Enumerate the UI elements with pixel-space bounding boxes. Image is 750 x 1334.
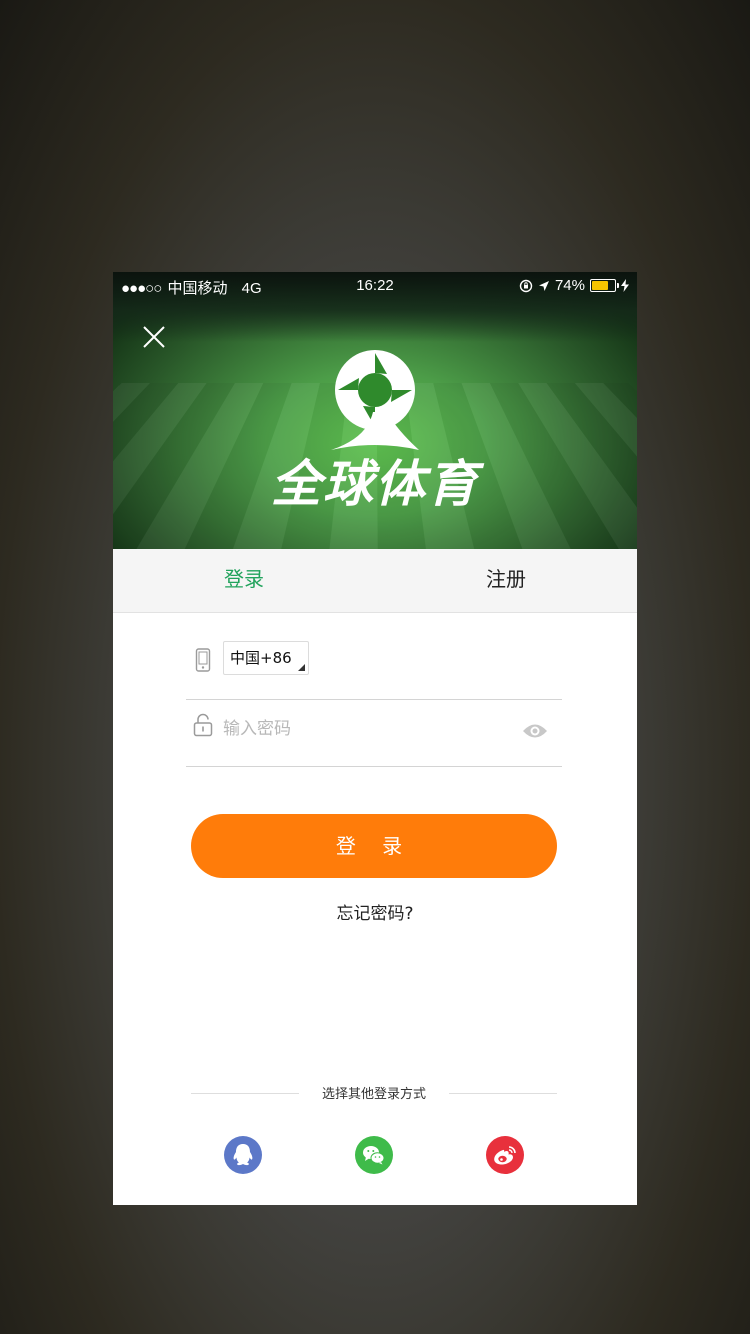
rotation-lock-icon (519, 279, 533, 292)
password-input[interactable] (223, 711, 503, 747)
brand-logo-icon (331, 350, 419, 450)
eye-icon[interactable] (522, 722, 548, 740)
password-field (186, 701, 562, 767)
qq-login-button[interactable] (224, 1136, 262, 1174)
tab-login[interactable]: 登录 (113, 549, 375, 612)
phone-field: 中国+86 (186, 634, 562, 700)
battery-fill (592, 281, 609, 290)
divider-line-right (449, 1093, 557, 1094)
country-code-select[interactable]: 中国+86 (223, 641, 309, 675)
qq-icon (233, 1144, 253, 1166)
select-corner-icon (298, 664, 305, 671)
phone-icon (195, 648, 211, 672)
wechat-login-button[interactable] (355, 1136, 393, 1174)
wechat-icon (363, 1146, 385, 1165)
other-login-divider: 选择其他登录方式 (191, 1083, 557, 1105)
country-code-value: 中国+86 (230, 649, 292, 667)
tab-register[interactable]: 注册 (375, 549, 637, 612)
brand-name: 全球体育 (271, 455, 479, 513)
battery-icon (590, 279, 619, 292)
lock-icon (193, 713, 213, 737)
location-arrow-icon (538, 280, 549, 291)
forgot-password-link[interactable]: 忘记密码? (113, 899, 637, 924)
login-button[interactable]: 登 录 (191, 814, 557, 878)
login-screen: ●●●○○ 中国移动 4G 16:22 74% 全球体育 登录 注册 中国+86… (113, 272, 637, 1205)
status-right: 74% (519, 277, 629, 294)
auth-tabs: 登录 注册 (113, 549, 637, 613)
charging-bolt-icon (621, 279, 629, 292)
weibo-icon (494, 1146, 516, 1165)
hero-banner: ●●●○○ 中国移动 4G 16:22 74% 全球体育 (113, 272, 637, 549)
close-icon[interactable] (139, 322, 169, 352)
weibo-login-button[interactable] (486, 1136, 524, 1174)
status-bar: ●●●○○ 中国移动 4G 16:22 74% (113, 272, 637, 298)
battery-percent: 74% (554, 277, 585, 294)
